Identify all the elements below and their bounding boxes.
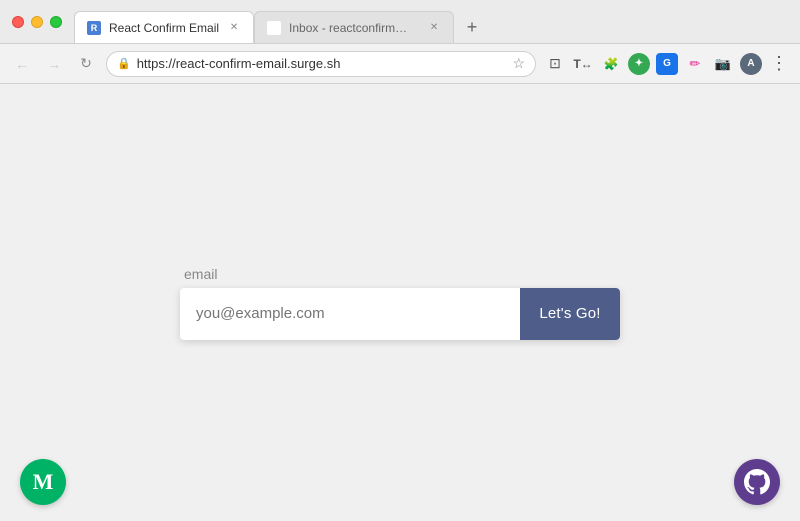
url-bar[interactable]: 🔒 https://react-confirm-email.surge.sh ☆ — [106, 51, 536, 77]
reload-button[interactable]: ↻ — [74, 52, 98, 76]
tab-favicon-gmail: M — [267, 21, 281, 35]
tab-close-button[interactable]: ✕ — [227, 21, 241, 35]
tab-label-inbox: Inbox - reactconfirm@gmail.co — [289, 21, 419, 35]
green-extension-icon[interactable]: ✦ — [628, 53, 650, 75]
forward-button[interactable]: → — [42, 52, 66, 76]
toolbar-icons: ⊡ T↔ 🧩 ✦ G ✏ 📷 A ⋮ — [544, 53, 790, 75]
blue-extension-icon[interactable]: G — [656, 53, 678, 75]
email-input[interactable] — [180, 288, 520, 340]
bookmark-icon[interactable]: ☆ — [512, 55, 525, 72]
medium-badge[interactable]: M — [20, 459, 66, 505]
email-label: email — [184, 266, 620, 282]
profile-icon[interactable]: A — [740, 53, 762, 75]
lets-go-button[interactable]: Let's Go! — [520, 288, 620, 340]
page-content: email Let's Go! M — [0, 84, 800, 521]
menu-icon[interactable]: ⋮ — [768, 53, 790, 75]
camera-icon[interactable]: 📷 — [712, 53, 734, 75]
tab-close-inbox-button[interactable]: ✕ — [427, 21, 441, 35]
email-input-row: Let's Go! — [180, 288, 620, 340]
traffic-lights — [12, 16, 62, 28]
tab-inbox[interactable]: M Inbox - reactconfirm@gmail.co ✕ — [254, 11, 454, 43]
addressbar: ← → ↻ 🔒 https://react-confirm-email.surg… — [0, 44, 800, 84]
back-button[interactable]: ← — [10, 52, 34, 76]
minimize-window-button[interactable] — [31, 16, 43, 28]
close-window-button[interactable] — [12, 16, 24, 28]
titlebar: R React Confirm Email ✕ M Inbox - reactc… — [0, 0, 800, 44]
tab-bar: R React Confirm Email ✕ M Inbox - reactc… — [74, 0, 788, 43]
translate-icon[interactable]: T↔ — [572, 53, 594, 75]
url-text: https://react-confirm-email.surge.sh — [137, 56, 507, 71]
extensions-icon[interactable]: 🧩 — [600, 53, 622, 75]
new-tab-button[interactable]: + — [458, 13, 486, 41]
tab-react-confirm-email[interactable]: R React Confirm Email ✕ — [74, 11, 254, 43]
tab-label: React Confirm Email — [109, 21, 219, 35]
tab-favicon: R — [87, 21, 101, 35]
cast-icon[interactable]: ⊡ — [544, 53, 566, 75]
pencil-icon[interactable]: ✏ — [684, 53, 706, 75]
maximize-window-button[interactable] — [50, 16, 62, 28]
email-form: email Let's Go! — [180, 266, 620, 340]
lock-icon: 🔒 — [117, 57, 131, 70]
github-badge[interactable] — [734, 459, 780, 505]
